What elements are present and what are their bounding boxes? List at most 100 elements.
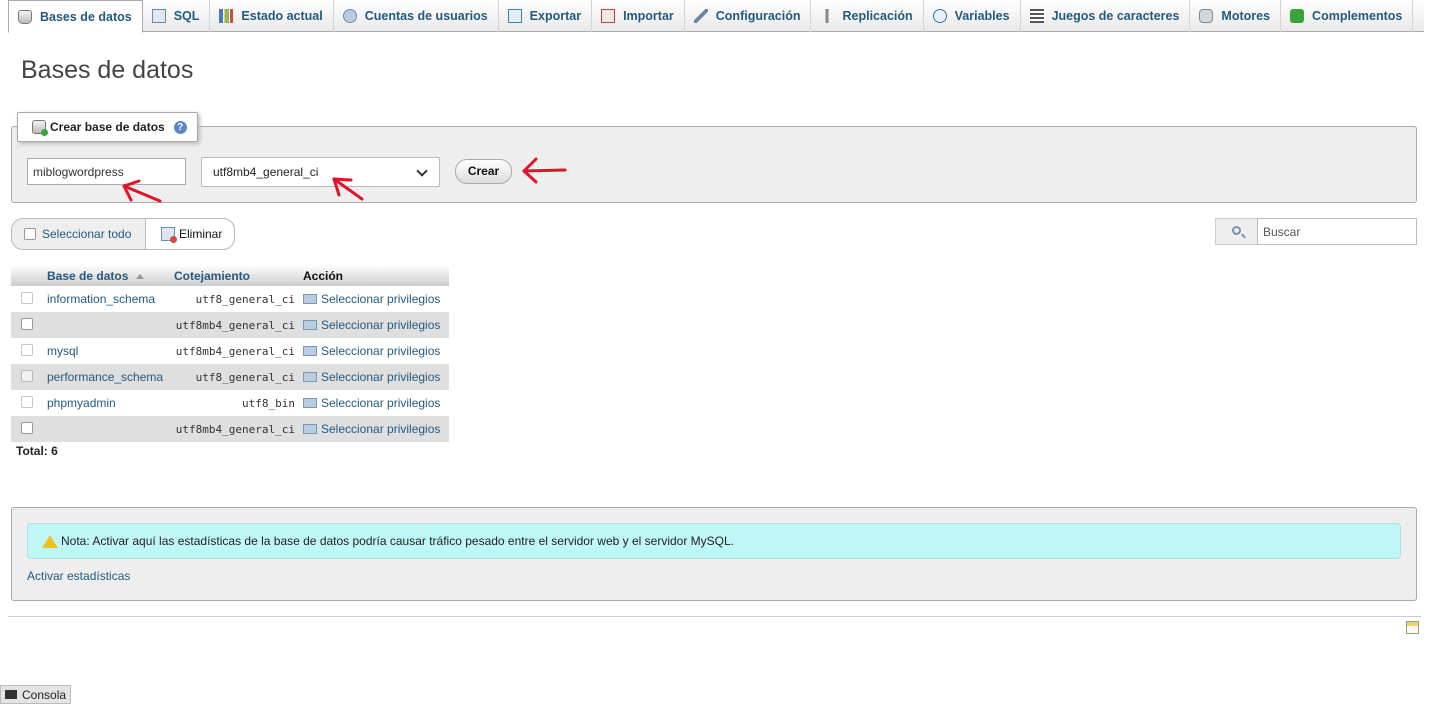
engines-icon: [1199, 9, 1214, 23]
row-checkbox[interactable]: [21, 395, 33, 408]
privileges-icon: [303, 424, 317, 434]
console-toggle[interactable]: Consola: [0, 685, 71, 704]
database-name-link[interactable]: information_schema: [43, 286, 170, 312]
collation-value: utf8_general_ci: [170, 364, 299, 390]
console-icon: [5, 690, 17, 699]
privileges-link[interactable]: Seleccionar privilegios: [299, 286, 449, 312]
databases-table: Base de datos Cotejamiento Acción inform…: [11, 265, 449, 442]
table-row: performance_schema utf8_general_ci Selec…: [11, 364, 449, 390]
tab-status[interactable]: Estado actual: [210, 0, 334, 32]
privileges-label: Seleccionar privilegios: [321, 344, 441, 358]
row-checkbox[interactable]: [21, 369, 33, 382]
top-tab-bar: Bases de datos SQL Estado actual Cuentas…: [8, 0, 1424, 33]
tab-import[interactable]: Importar: [592, 0, 685, 32]
notice-text: Nota: Activar aquí las estadísticas de l…: [61, 534, 735, 548]
tab-label: Juegos de caracteres: [1051, 9, 1180, 23]
status-icon: [219, 9, 234, 23]
privileges-label: Seleccionar privilegios: [321, 318, 441, 332]
privileges-link[interactable]: Seleccionar privilegios: [299, 338, 449, 364]
users-icon: [342, 9, 357, 23]
table-row: information_schema utf8_general_ci Selec…: [11, 286, 449, 312]
create-button[interactable]: Crear: [455, 159, 512, 184]
privileges-label: Seleccionar privilegios: [321, 422, 441, 436]
tab-label: Exportar: [529, 9, 582, 23]
tab-settings[interactable]: Configuración: [685, 0, 812, 32]
privileges-link[interactable]: Seleccionar privilegios: [299, 416, 449, 442]
collation-value: utf8_general_ci: [195, 292, 295, 306]
privileges-icon: [303, 320, 317, 330]
sort-ascending-icon: [136, 273, 145, 279]
tab-label: Estado actual: [241, 9, 323, 23]
database-name-link[interactable]: phpmyadmin: [43, 390, 170, 416]
tab-label: Variables: [954, 9, 1010, 23]
privileges-link[interactable]: Seleccionar privilegios: [299, 390, 449, 416]
collation-value: utf8mb4_general_ci: [170, 312, 299, 338]
plugin-icon: [1290, 9, 1305, 23]
database-name-input[interactable]: [27, 158, 186, 185]
table-row: utf8mb4_general_ci Seleccionar privilegi…: [11, 416, 449, 442]
new-database-icon: [32, 120, 48, 136]
statistics-notice: Nota: Activar aquí las estadísticas de l…: [27, 523, 1401, 559]
delete-label: Eliminar: [179, 227, 223, 241]
enable-statistics-link[interactable]: Activar estadísticas: [27, 569, 130, 583]
tab-label: Complementos: [1312, 9, 1403, 23]
tab-label: Cuentas de usuarios: [364, 9, 488, 23]
search-input[interactable]: [1257, 218, 1417, 245]
notepad-icon[interactable]: [1406, 621, 1419, 634]
tab-export[interactable]: Exportar: [499, 0, 593, 32]
database-name-link[interactable]: performance_schema: [43, 364, 170, 390]
collation-value: utf8_bin: [242, 396, 295, 410]
table-row: mysql utf8mb4_general_ci Seleccionar pri…: [11, 338, 449, 364]
database-name-link[interactable]: [43, 312, 170, 338]
tab-charsets[interactable]: Juegos de caracteres: [1021, 0, 1191, 32]
tab-replication[interactable]: Replicación: [811, 0, 924, 32]
database-name-link[interactable]: mysql: [43, 338, 170, 364]
wrench-icon: [693, 9, 708, 23]
select-all-toggle[interactable]: Seleccionar todo: [11, 218, 145, 250]
tab-variables[interactable]: Variables: [924, 0, 1021, 32]
privileges-link[interactable]: Seleccionar privilegios: [299, 364, 449, 390]
console-label: Consola: [22, 687, 67, 702]
privileges-icon: [303, 398, 317, 408]
tab-user-accounts[interactable]: Cuentas de usuarios: [334, 0, 499, 32]
delete-button[interactable]: Eliminar: [145, 218, 235, 250]
row-checkbox[interactable]: [21, 421, 33, 434]
tab-label: Configuración: [715, 9, 801, 23]
select-all-checkbox[interactable]: [24, 228, 36, 240]
database-name-link[interactable]: [43, 416, 170, 442]
row-checkbox[interactable]: [21, 343, 33, 356]
row-checkbox[interactable]: [21, 291, 33, 304]
legend-label: Crear base de datos: [50, 120, 165, 134]
search-button[interactable]: [1215, 218, 1257, 245]
privileges-icon: [303, 294, 317, 304]
tab-label: Motores: [1221, 9, 1271, 23]
privileges-label: Seleccionar privilegios: [321, 396, 441, 410]
table-header-row: Base de datos Cotejamiento Acción: [11, 265, 449, 286]
create-database-legend: Crear base de datos ?: [17, 112, 198, 142]
header-collation[interactable]: Cotejamiento: [170, 265, 299, 286]
header-database[interactable]: Base de datos: [43, 265, 170, 286]
tab-plugins[interactable]: Complementos: [1281, 0, 1414, 32]
replication-icon: [820, 9, 835, 23]
collation-select[interactable]: utf8mb4_general_ci: [201, 157, 440, 187]
row-checkbox[interactable]: [21, 317, 33, 330]
chevron-down-icon: [416, 165, 428, 177]
select-all-label: Seleccionar todo: [42, 227, 132, 241]
table-row: phpmyadmin utf8_bin Seleccionar privileg…: [11, 390, 449, 416]
charset-icon: [1029, 9, 1044, 23]
divider: [8, 616, 1421, 617]
export-icon: [507, 9, 522, 23]
privileges-link[interactable]: Seleccionar privilegios: [299, 312, 449, 338]
import-icon: [601, 9, 616, 23]
database-icon: [18, 9, 32, 24]
databases-total: Total: 6: [16, 444, 58, 458]
page-title: Bases de datos: [21, 56, 194, 84]
tab-databases[interactable]: Bases de datos: [8, 0, 143, 33]
tab-label: Bases de datos: [40, 9, 132, 24]
table-row: utf8mb4_general_ci Seleccionar privilegi…: [11, 312, 449, 338]
help-icon[interactable]: ?: [173, 120, 187, 134]
header-database-label: Base de datos: [47, 268, 129, 283]
tab-engines[interactable]: Motores: [1190, 0, 1282, 32]
tab-sql[interactable]: SQL: [143, 0, 211, 32]
tab-label: Replicación: [842, 9, 913, 23]
